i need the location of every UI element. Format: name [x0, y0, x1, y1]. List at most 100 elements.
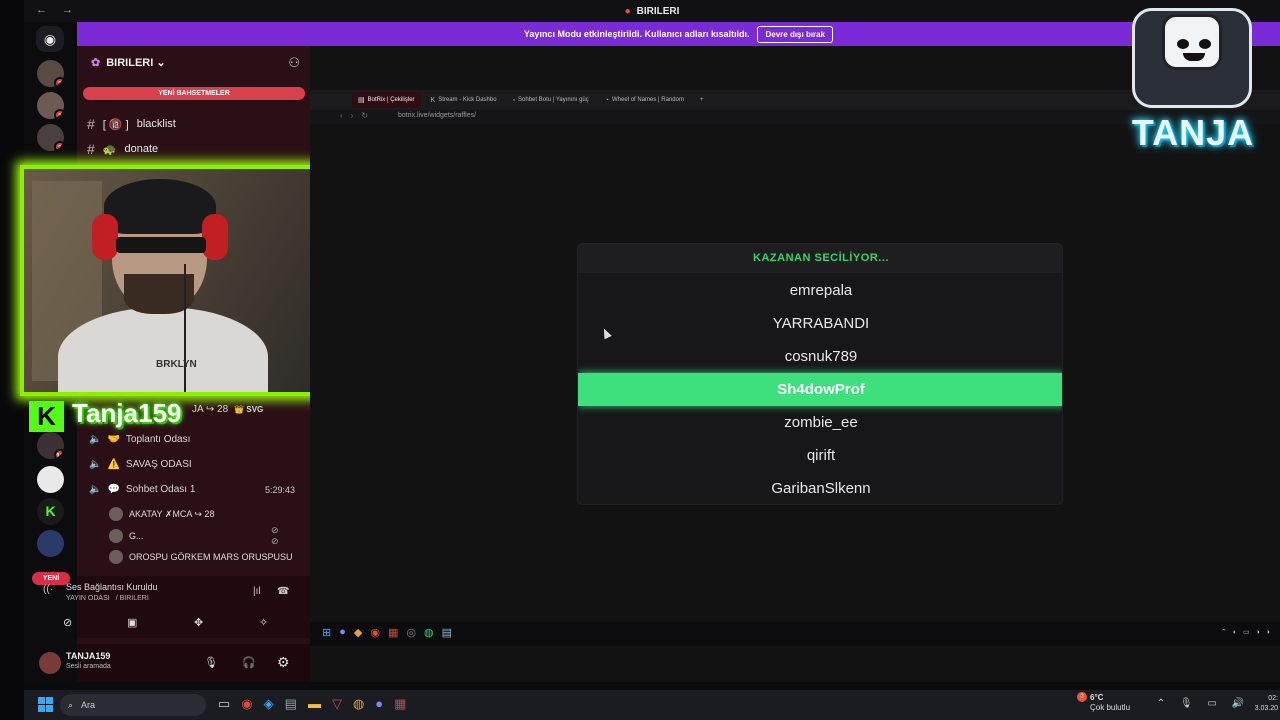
app-icon[interactable]: ▦ — [394, 696, 406, 712]
chrome-icon[interactable]: ◉ — [370, 626, 380, 639]
marshmello-face-icon — [1162, 14, 1222, 70]
discord-home-icon[interactable]: ◉ — [36, 26, 64, 52]
app-icon[interactable]: ◎ — [406, 626, 416, 639]
user-badge: 👑 SVG — [234, 405, 264, 414]
voice-channel-label: SAVAŞ ODASI — [125, 459, 192, 470]
disable-streamer-mode-button[interactable]: Devre dışı bırak — [757, 25, 834, 43]
channel-prefix: 🐢 — [102, 143, 117, 156]
system-tray[interactable]: ⌃ 🎙 ▭ 🔊 — [1157, 698, 1250, 709]
avatar — [109, 550, 123, 564]
app-icon[interactable]: ◆ — [354, 626, 362, 639]
discord-icon[interactable]: ● — [339, 626, 346, 639]
sunglasses — [116, 237, 206, 253]
server-name-header[interactable]: ✿ BIRILERI ⌄ — [91, 56, 166, 69]
user-panel: TANJA159 Sesli aramada 🎙 🎧 ⚙ — [39, 644, 310, 682]
browser-nav-icons[interactable]: ‹›↻ — [340, 111, 376, 120]
invite-people-icon[interactable]: ⚇ — [288, 55, 300, 71]
streamer-shirt — [58, 307, 268, 392]
weather-widget[interactable]: 6°C Çok bulutlu — [1090, 693, 1130, 713]
soundboard-button-icon[interactable]: ✧ — [259, 616, 268, 629]
start-button[interactable] — [38, 697, 53, 712]
windows-icon[interactable]: ⊞ — [322, 626, 331, 639]
kick-server-icon[interactable]: K — [37, 498, 64, 525]
taskbar-apps: ▭ ◉ ◈ ▤ ▬ ▽ ◍ ● ▦ — [218, 696, 406, 712]
server-icon[interactable]: 12 — [37, 432, 64, 459]
streamer-mode-banner: Yayıncı Modu etkinleştirildi. Kullanıcı … — [77, 22, 1280, 46]
avatar[interactable] — [39, 652, 61, 674]
tab-botrix[interactable]: ▤ BotRix | Çekilişler — [352, 92, 421, 108]
calculator-icon[interactable]: ▤ — [442, 626, 452, 639]
camera-off-icon[interactable]: ⊘ — [63, 616, 72, 629]
activities-icon[interactable]: ✥ — [194, 616, 203, 629]
headphone-cable — [184, 264, 186, 392]
voice-member[interactable]: AKATAY ✗MCA ↪ 28 — [109, 507, 214, 521]
microphone-icon[interactable]: 🎙 — [204, 656, 218, 669]
voice-connection-panel: Ses Bağlantısı Kuruldu YAYIN ODASI / BIR… — [43, 576, 310, 638]
raffle-header: KAZANAN SECİLİYOR... — [578, 244, 1062, 273]
voice-channel: YAYIN ODASI — [66, 595, 110, 602]
file-explorer-icon[interactable]: ▬ — [308, 696, 321, 712]
voice-status-title: Ses Bağlantısı Kuruldu — [66, 582, 158, 592]
discord-icon[interactable]: ● — [375, 696, 383, 712]
clock[interactable]: 02: 3.03.20 — [1255, 694, 1278, 714]
app-icon[interactable]: ▦ — [388, 626, 398, 639]
screen-share-icon[interactable]: ▣ — [127, 616, 137, 629]
tab-kick-dashboard[interactable]: K Stream - Kick Dashbo — [425, 92, 503, 108]
voice-channel-toplanti[interactable]: 🔈 🤝 Toplantı Odası — [89, 434, 190, 445]
voice-member[interactable]: OROSPU GÖRKEM MARS ORUSPUSU — [109, 550, 293, 564]
athena-server-icon[interactable] — [37, 466, 64, 493]
speaker-icon: 🔈 — [89, 484, 102, 495]
search-icon: ⌕ — [68, 699, 74, 710]
server-icon[interactable]: 3 — [37, 124, 64, 151]
channel-donate[interactable]: # 🐢 donate — [87, 141, 158, 157]
server-icon[interactable] — [37, 530, 64, 557]
streamer-cap — [104, 179, 216, 234]
logo-text: TANJA — [1131, 112, 1255, 153]
calculator-icon[interactable]: ▤ — [285, 696, 297, 712]
new-tab-button[interactable]: + — [694, 92, 710, 108]
voice-channel-icon: 💬 — [107, 484, 120, 495]
avatar — [109, 529, 123, 543]
voice-member[interactable]: G... ⊘ ⊘ — [109, 525, 279, 546]
url-text[interactable]: botrix.live/widgets/raffles/ — [398, 112, 476, 119]
muted-icon: ⊘ ⊘ — [271, 525, 279, 546]
tab-chat-bot[interactable]: ▫ Sohbet Botu | Yayınını güç — [507, 92, 595, 108]
weather-temp: 6°C — [1090, 693, 1104, 702]
server-badge: 12 — [54, 449, 64, 459]
voice-status-channel: YAYIN ODASI / BIRILERI — [66, 595, 149, 602]
headphones-icon[interactable]: 🎧 — [242, 656, 256, 669]
channel-blacklist[interactable]: # [ 🔞 ] blacklist — [87, 116, 176, 132]
soundboard-icon[interactable]: |ıl — [253, 586, 261, 597]
raffle-entry: zombie_ee — [784, 414, 858, 431]
member-name: AKATAY ✗MCA ↪ 28 — [129, 508, 215, 519]
taskbar-search[interactable]: ⌕ Ara — [60, 694, 206, 716]
server-icon[interactable]: 1 — [37, 92, 64, 119]
app-icon[interactable]: ◉ — [241, 696, 252, 712]
headphone-right — [202, 214, 228, 260]
eye — [1199, 39, 1211, 49]
voice-channel-savas[interactable]: 🔈 ⚠️ SAVAŞ ODASI — [89, 459, 192, 470]
speaker-icon: 🔈 — [89, 434, 102, 445]
voice-channel-icon: 🤝 — [107, 434, 120, 445]
new-mentions-pill[interactable]: YENİ BAHSETMELER — [83, 87, 305, 100]
back-forward-icons[interactable]: ← → — [36, 4, 79, 16]
voice-channel-sohbet[interactable]: 🔈 💬 Sohbet Odası 1 5:29:43 — [89, 484, 295, 495]
raffle-entry: emrepala — [789, 282, 853, 299]
server-icon[interactable]: 2 — [37, 60, 64, 87]
raffle-entry: qirift — [806, 447, 836, 464]
whatsapp-icon[interactable]: ◍ — [424, 626, 434, 639]
disconnect-icon[interactable]: ☎ — [277, 586, 289, 597]
voice-channel-label: Toplantı Odası — [125, 434, 191, 445]
chat-icon: ▫ — [512, 96, 516, 104]
tab-wheel-of-names[interactable]: ◔ Wheel of Names | Random — [599, 92, 690, 108]
app-icon[interactable]: ▽ — [332, 696, 342, 712]
voice-user-row[interactable]: JA ↪ 28 👑 SVG — [192, 404, 263, 415]
copilot-icon[interactable]: ◈ — [264, 696, 274, 712]
task-view-icon[interactable]: ▭ — [218, 696, 230, 712]
raffle-widget: KAZANAN SECİLİYOR... emrepala YARRABANDI c… — [577, 243, 1063, 505]
chrome-icon[interactable]: ◍ — [353, 696, 364, 712]
kick-username: Tanja159 — [72, 398, 182, 428]
settings-gear-icon[interactable]: ⚙ — [277, 654, 290, 671]
tab-label: BotRix | Çekilişler — [367, 97, 415, 103]
webcam-overlay: BRKLYN — [20, 165, 323, 396]
